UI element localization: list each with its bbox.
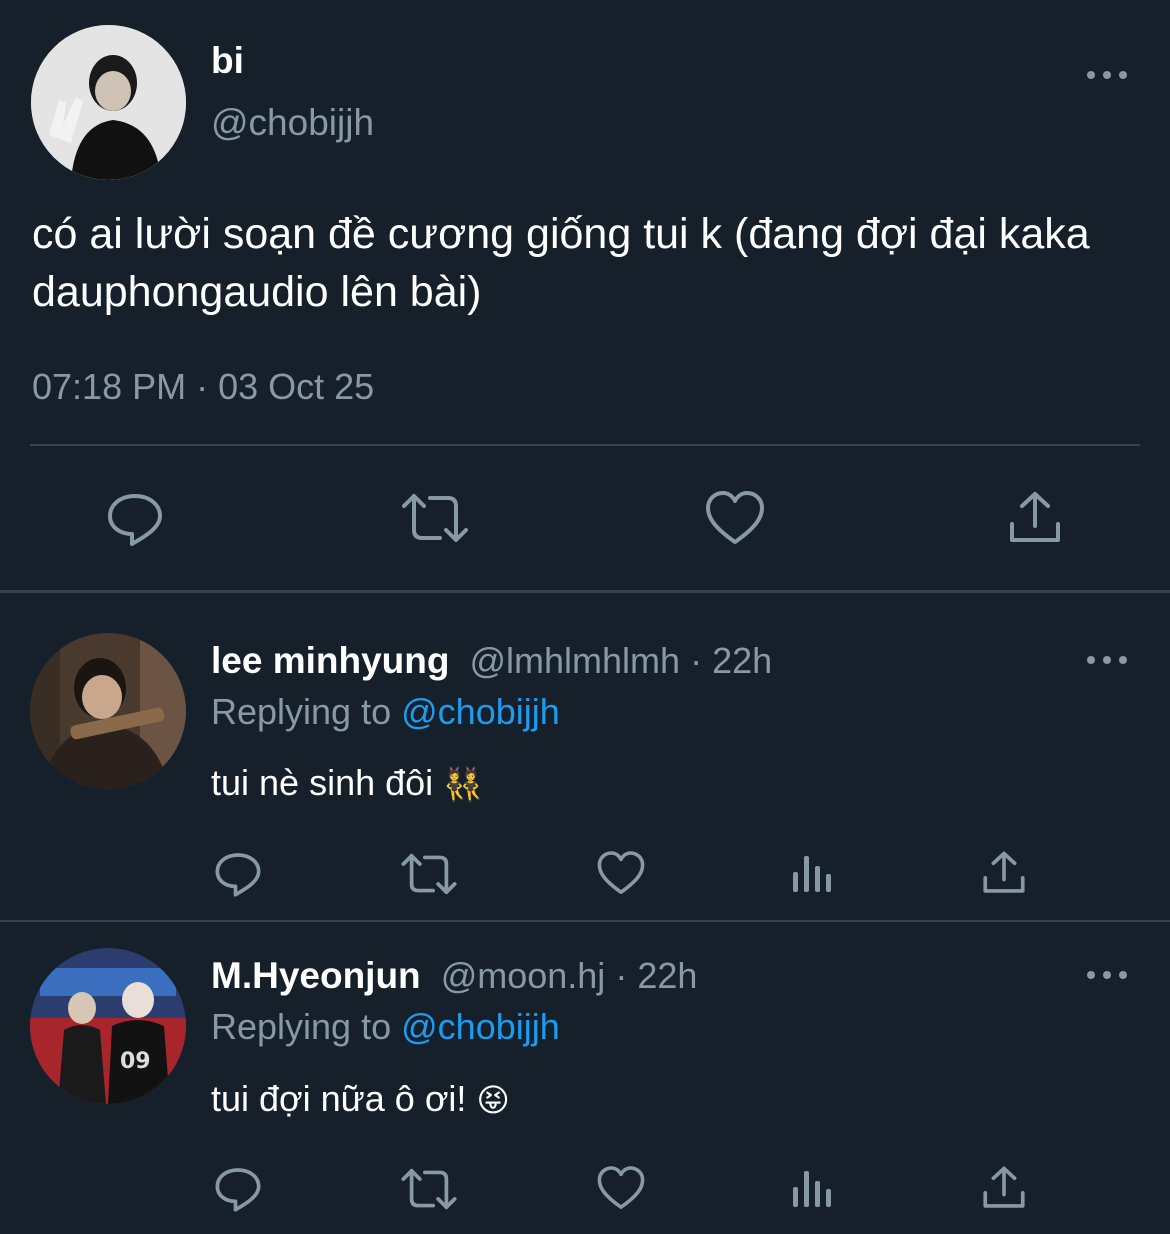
replying-to: Replying to @chobijjh	[211, 691, 560, 733]
svg-text:09: 09	[120, 1049, 151, 1074]
reply-divider	[0, 920, 1170, 922]
reply-icon[interactable]	[214, 1165, 262, 1213]
share-icon[interactable]	[982, 1165, 1026, 1211]
analytics-icon[interactable]	[793, 1167, 833, 1209]
share-icon[interactable]	[1008, 490, 1062, 546]
replying-to-link[interactable]: @chobijjh	[401, 691, 560, 732]
heart-icon[interactable]	[597, 1165, 645, 1211]
author-handle[interactable]: @chobijjh	[211, 102, 374, 144]
dancers-emoji: 👯	[443, 766, 484, 802]
replying-to-link[interactable]: @chobijjh	[401, 1006, 560, 1047]
reply-header: M.Hyeonjun @moon.hj · 22h	[211, 955, 697, 997]
analytics-icon[interactable]	[793, 852, 833, 894]
separator-dot: ·	[615, 955, 628, 996]
author-avatar[interactable]	[31, 25, 186, 180]
heart-icon[interactable]	[705, 490, 765, 546]
replying-prefix: Replying to	[211, 1006, 392, 1047]
reply-avatar[interactable]: 09	[30, 948, 186, 1104]
share-icon[interactable]	[982, 850, 1026, 896]
author-name[interactable]: bi	[211, 40, 244, 82]
reply-author-name[interactable]: lee minhyung	[211, 640, 449, 681]
reply-text-content: tui nè sinh đôi	[211, 762, 434, 803]
reply-author-handle[interactable]: @lmhlmhlmh	[470, 640, 681, 681]
tweet-text: có ai lười soạn đề cương giống tui k (đa…	[32, 210, 1090, 316]
more-options-icon[interactable]	[1087, 965, 1127, 985]
reply-avatar[interactable]	[30, 633, 186, 789]
section-divider	[0, 590, 1170, 593]
replying-to: Replying to @chobijjh	[211, 1006, 560, 1048]
separator-dot: ·	[690, 640, 703, 681]
reply-text: tui đợi nữa ô ơi! 😝	[211, 1078, 510, 1120]
retweet-icon[interactable]	[400, 1167, 458, 1211]
retweet-icon[interactable]	[400, 852, 458, 896]
more-options-icon[interactable]	[1087, 65, 1127, 85]
reply-time: 22h	[637, 955, 698, 996]
reply-header: lee minhyung @lmhlmhlmh · 22h	[211, 640, 772, 682]
divider	[30, 444, 1140, 446]
reply-time: 22h	[712, 640, 773, 681]
retweet-icon[interactable]	[400, 492, 470, 544]
reply-text: tui nè sinh đôi 👯	[211, 762, 483, 804]
more-options-icon[interactable]	[1087, 650, 1127, 670]
reply-icon[interactable]	[214, 850, 262, 898]
heart-icon[interactable]	[597, 850, 645, 896]
reply-text-content: tui đợi nữa ô ơi!	[211, 1078, 467, 1119]
reply-author-handle[interactable]: @moon.hj	[441, 955, 606, 996]
replying-prefix: Replying to	[211, 691, 392, 732]
tweet-timestamp: 07:18 PM · 03 Oct 25	[32, 366, 375, 407]
reply-icon[interactable]	[106, 490, 164, 548]
tongue-emoji: 😝	[476, 1082, 510, 1118]
reply-author-name[interactable]: M.Hyeonjun	[211, 955, 421, 996]
